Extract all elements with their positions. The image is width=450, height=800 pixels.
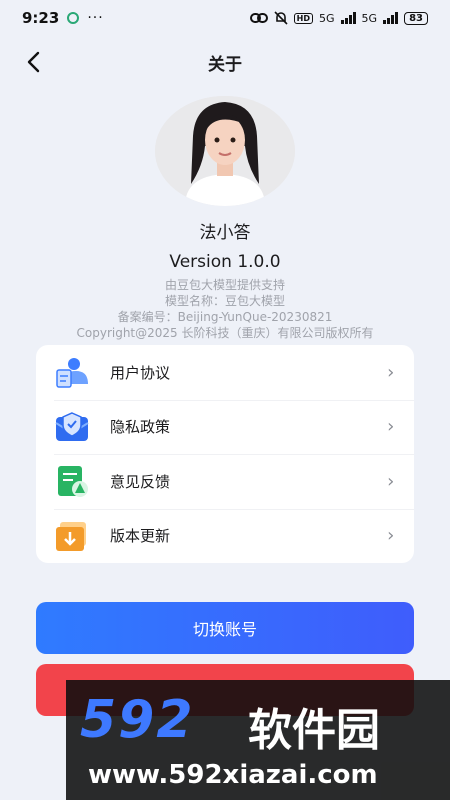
- feedback-icon: [58, 466, 88, 498]
- copyright-text: Copyright@2025 长阶科技（重庆）有限公司版权所有: [76, 326, 374, 340]
- privacy-shield-icon: [55, 411, 89, 441]
- switch-account-button[interactable]: 切换账号: [36, 602, 414, 654]
- battery-icon: 83: [404, 11, 428, 25]
- app-notification-icon: [67, 12, 80, 24]
- watermark-url: www.592xiazai.com: [88, 760, 378, 790]
- avatar: [155, 96, 295, 206]
- status-left-icons: ···: [67, 10, 103, 26]
- watermark-overlay: 592 软件园 www.592xiazai.com: [66, 680, 450, 800]
- mute-bell-icon: [274, 11, 288, 25]
- version-label: Version 1.0.0: [169, 252, 281, 272]
- chevron-right-icon: ›: [385, 416, 396, 438]
- signal-icon-2: [383, 12, 399, 24]
- menu-label-version-update: 版本更新: [110, 527, 171, 546]
- filing-number-text: 备案编号：Beijing-YunQue-20230821: [117, 310, 333, 324]
- network-label: 5G: [319, 11, 335, 25]
- chevron-right-icon: ›: [385, 470, 396, 492]
- more-notifications-icon: ···: [87, 10, 104, 26]
- menu-label-user-agreement: 用户协议: [110, 363, 171, 382]
- watermark-brand: 软件园: [248, 705, 380, 756]
- avatar-illustration: [155, 96, 295, 206]
- chevron-right-icon: ›: [385, 361, 396, 383]
- status-time: 9:23: [22, 9, 60, 27]
- link-icon: [249, 13, 268, 23]
- powered-by-text: 由豆包大模型提供支持: [164, 278, 285, 292]
- menu-item-version-update[interactable]: 版本更新 ›: [36, 508, 414, 564]
- app-name: 法小答: [199, 223, 251, 243]
- model-name-text: 模型名称：豆包大模型: [164, 294, 285, 308]
- user-agreement-icon: [56, 358, 88, 388]
- download-update-icon: [56, 521, 86, 551]
- nav-bar: 关于: [0, 40, 450, 84]
- page-title: 关于: [208, 54, 242, 75]
- menu-item-user-agreement[interactable]: 用户协议 ›: [36, 345, 414, 400]
- menu-item-feedback[interactable]: 意见反馈 ›: [36, 454, 414, 509]
- menu-card: 用户协议 › 隐私政策 › 意见反馈 › 版本更新 ›: [36, 345, 414, 563]
- signal-icon: [340, 12, 356, 24]
- network-label-2: 5G: [361, 11, 378, 25]
- chevron-left-icon[interactable]: [22, 50, 46, 74]
- menu-item-privacy-policy[interactable]: 隐私政策 ›: [36, 399, 414, 455]
- status-right-icons: HD 5G 5G 83: [249, 11, 428, 25]
- watermark-logo: 592: [80, 690, 195, 750]
- menu-label-privacy-policy: 隐私政策: [110, 418, 171, 437]
- status-bar: 9:23 ··· HD 5G 5G 83: [0, 0, 450, 36]
- menu-label-feedback: 意见反馈: [110, 472, 171, 491]
- chevron-right-icon: ›: [385, 525, 396, 547]
- hd-icon: HD: [293, 12, 314, 24]
